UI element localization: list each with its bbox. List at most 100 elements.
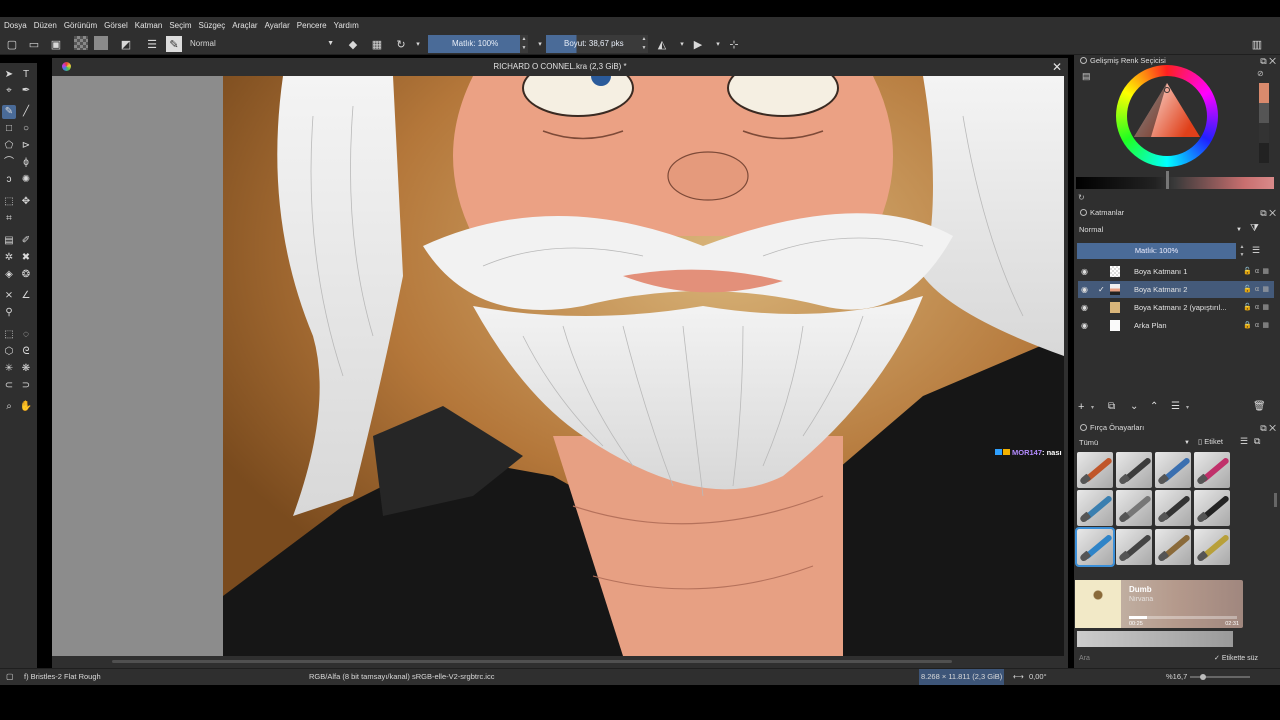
colorize-mask-icon[interactable]: ✖ xyxy=(19,251,33,265)
status-rotation[interactable]: 0,00° xyxy=(1029,669,1047,685)
panel-controls[interactable]: ⧉ ✕ xyxy=(1260,207,1276,219)
layer-lock-icons[interactable]: 🔓⍺▦ xyxy=(1243,299,1272,316)
canvas-area[interactable] xyxy=(52,76,1064,656)
ellipse-tool-icon[interactable]: ○ xyxy=(19,122,33,136)
chevron-down-icon[interactable]: ▾ xyxy=(1091,404,1094,411)
brush-preset[interactable] xyxy=(1116,490,1152,526)
brush-preset[interactable] xyxy=(1077,452,1113,488)
move-layer-down-icon[interactable]: ⌄ xyxy=(1130,401,1138,412)
rotate-icon[interactable]: ⟷ xyxy=(1013,669,1024,685)
zoom-slider-handle[interactable] xyxy=(1200,674,1206,680)
filter-by-tag-checkbox[interactable]: ✓ Etikette süz xyxy=(1214,653,1258,665)
brush-preset[interactable] xyxy=(1155,529,1191,565)
rect-select-icon[interactable]: ⬚ xyxy=(2,328,16,342)
menu-filter[interactable]: Süzgeç xyxy=(199,21,226,30)
enclose-fill-icon[interactable]: ❂ xyxy=(19,268,33,282)
similar-select-icon[interactable]: ❋ xyxy=(19,362,33,376)
eraser-icon[interactable]: ◆ xyxy=(345,36,361,52)
recent-colors-strip[interactable] xyxy=(1259,83,1269,163)
layer-row[interactable]: ◉ Boya Katmanı 1 🔓⍺▦ xyxy=(1078,263,1274,280)
open-folder-icon[interactable]: ▭ xyxy=(26,36,42,52)
status-color-space[interactable]: RGB/Alfa (8 bit tamsayı/kanal) sRGB-elle… xyxy=(309,669,494,685)
size-slider[interactable]: Boyut: 38,67 pks ▲ ▼ xyxy=(546,35,648,53)
layer-row[interactable]: ◉ Boya Katmanı 2 (yapıştırıl... 🔓⍺▦ xyxy=(1078,299,1274,316)
visibility-icon[interactable]: ◉ xyxy=(1081,299,1088,316)
save-icon[interactable]: ▣ xyxy=(48,36,64,52)
menu-file[interactable]: Dosya xyxy=(4,21,27,30)
polygon-tool-icon[interactable]: ⬠ xyxy=(2,139,16,153)
move-layer-up-icon[interactable]: ⌃ xyxy=(1150,401,1158,412)
duplicate-layer-icon[interactable]: ⧉ xyxy=(1108,401,1115,412)
scrollbar-thumb[interactable] xyxy=(112,660,952,663)
brush-preset[interactable] xyxy=(1194,452,1230,488)
bezier-select-icon[interactable]: ⊂ xyxy=(2,379,16,393)
opacity-slider[interactable]: Matlık: 100% ▲ ▼ xyxy=(428,35,528,53)
color-settings-icon[interactable]: ▤ xyxy=(1082,71,1091,82)
visibility-icon[interactable]: ◉ xyxy=(1081,263,1088,280)
rectangle-tool-icon[interactable]: □ xyxy=(2,122,16,136)
brush-preset-icon[interactable]: ✎ xyxy=(166,36,182,52)
brush-preset[interactable] xyxy=(1155,490,1191,526)
wrap-around-icon[interactable]: ⊹ xyxy=(726,36,742,52)
mirror-vertical-icon[interactable]: ▶ xyxy=(690,36,706,52)
pan-tool-icon[interactable]: ✋ xyxy=(19,400,33,414)
dynamic-brush-icon[interactable]: ↄ xyxy=(2,173,16,187)
layer-lock-icons[interactable]: 🔒⍺▦ xyxy=(1243,317,1272,334)
layer-opacity-slider[interactable]: Matlık: 100% xyxy=(1077,243,1236,259)
close-icon[interactable]: ✕ xyxy=(1052,58,1062,76)
chevron-down-icon[interactable]: ▾ xyxy=(410,36,426,52)
polygon-select-icon[interactable]: ⬡ xyxy=(2,345,16,359)
brush-preset[interactable] xyxy=(1155,452,1191,488)
size-spinner[interactable]: ▲ ▼ xyxy=(640,35,648,53)
menu-select[interactable]: Seçim xyxy=(169,21,191,30)
brush-settings-icon[interactable]: ☰ xyxy=(144,36,160,52)
color-wheel[interactable] xyxy=(1116,65,1218,167)
chevron-down-icon[interactable]: ▾ xyxy=(710,36,726,52)
workspace-icon[interactable]: ▥ xyxy=(1249,36,1265,52)
magnetic-select-icon[interactable]: ⊃ xyxy=(19,379,33,393)
line-tool-icon[interactable]: ╱ xyxy=(19,105,33,119)
fg-bg-color-icon[interactable]: ◩ xyxy=(118,36,134,52)
add-layer-icon[interactable]: + xyxy=(1078,401,1084,413)
refresh-icon[interactable]: ↻ xyxy=(1078,193,1085,202)
menu-help[interactable]: Yardım xyxy=(334,21,359,30)
move-tool-icon[interactable]: ✥ xyxy=(19,195,33,209)
filter-icon[interactable]: ⧩ xyxy=(1250,223,1259,234)
multibrush-icon[interactable]: ✺ xyxy=(19,173,33,187)
layer-blend-mode-select[interactable]: Normal ▼ xyxy=(1076,223,1244,237)
visibility-icon[interactable]: ◉ xyxy=(1081,281,1088,298)
layer-row[interactable]: ◉ Arka Plan 🔒⍺▦ xyxy=(1078,317,1274,334)
horizontal-scrollbar[interactable] xyxy=(62,658,1058,666)
panel-controls[interactable]: ⧉ ✕ xyxy=(1260,55,1276,67)
layer-lock-icons[interactable]: 🔓⍺▦ xyxy=(1243,281,1272,298)
opacity-spinner[interactable]: ▲ ▼ xyxy=(520,35,528,53)
layer-row-selected[interactable]: ◉ ✓ Boya Katmanı 2 🔓⍺▦ xyxy=(1078,281,1274,298)
brush-filter-select[interactable]: Tümü ▼ xyxy=(1076,437,1192,449)
pattern-swatch-icon[interactable] xyxy=(94,36,108,50)
expand-icon[interactable]: ⧉ xyxy=(1254,436,1260,447)
fill-tool-icon[interactable]: ◈ xyxy=(2,268,16,282)
reload-preset-icon[interactable]: ↻ xyxy=(393,36,409,52)
reset-icon[interactable]: ⊘ xyxy=(1257,69,1264,78)
freehand-path-icon[interactable]: ϕ xyxy=(19,156,33,170)
color-history-bar[interactable] xyxy=(1076,177,1274,189)
contiguous-select-icon[interactable]: ✳ xyxy=(2,362,16,376)
delete-layer-icon[interactable]: 🗑 xyxy=(1253,401,1266,412)
menu-edit[interactable]: Düzen xyxy=(34,21,57,30)
panel-controls[interactable]: ⧉ ✕ xyxy=(1260,422,1276,434)
gradient-tool-icon[interactable]: ▤ xyxy=(2,234,16,248)
smart-patch-icon[interactable]: ✲ xyxy=(2,251,16,265)
chevron-down-icon[interactable]: ▾ xyxy=(1186,404,1189,411)
visibility-icon[interactable]: ◉ xyxy=(1081,317,1088,334)
gradient-swatch-icon[interactable] xyxy=(74,36,88,50)
calligraphy-icon[interactable]: ✒ xyxy=(19,84,33,98)
zoom-tool-icon[interactable]: ⌕ xyxy=(2,400,16,414)
brush-scrollbar[interactable] xyxy=(1274,493,1277,507)
crop-tool-icon[interactable]: ⌗ xyxy=(2,212,16,226)
brush-preset[interactable] xyxy=(1116,452,1152,488)
menu-icon[interactable]: ☰ xyxy=(1240,436,1248,447)
brush-preset[interactable] xyxy=(1194,529,1230,565)
menu-image[interactable]: Görsel xyxy=(104,21,128,30)
tag-button[interactable]: ▯ Etiket xyxy=(1198,437,1223,446)
opacity-spinner[interactable]: ▲ ▼ xyxy=(1238,243,1246,259)
